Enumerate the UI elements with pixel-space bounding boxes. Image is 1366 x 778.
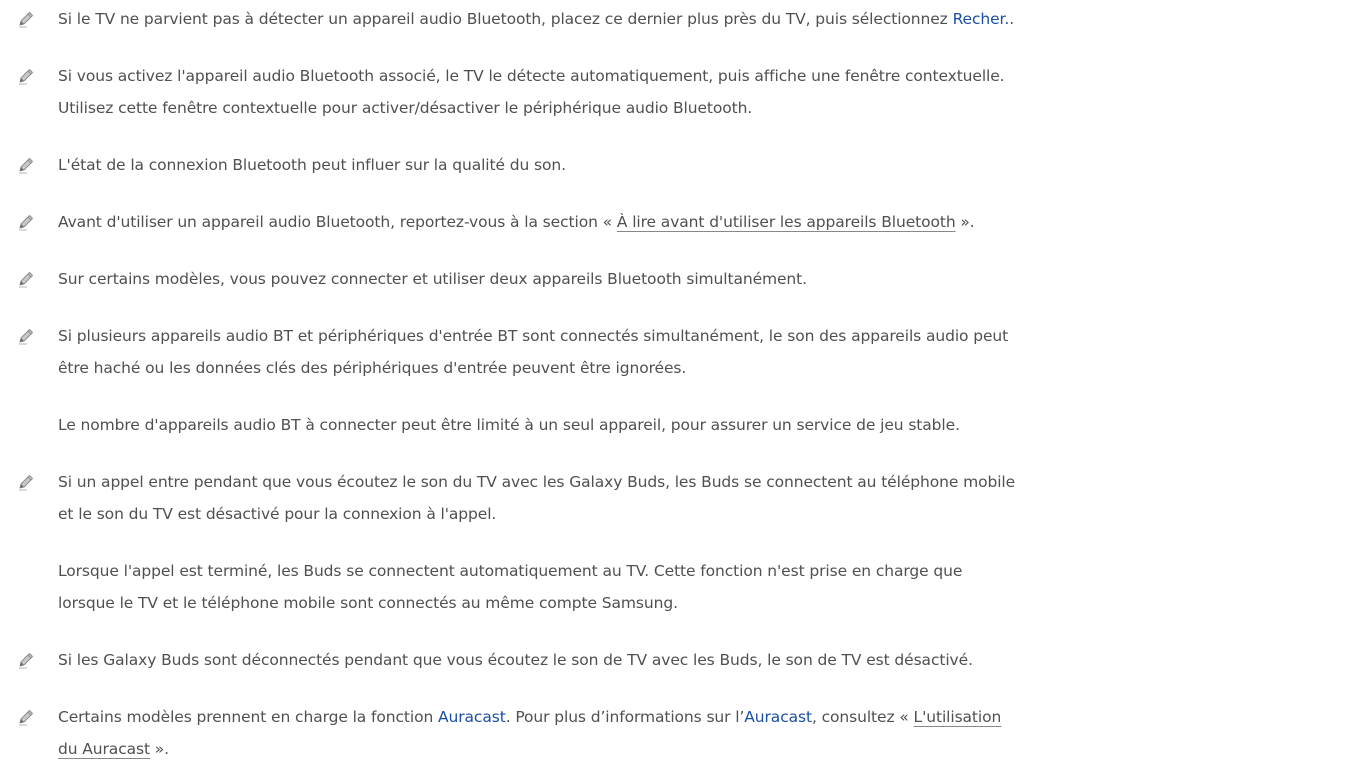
- text-segment: Si le TV ne parvient pas à détecter un a…: [58, 10, 953, 28]
- text-segment: lorsque le TV et le téléphone mobile son…: [58, 594, 678, 612]
- note-text: Si les Galaxy Buds sont déconnectés pend…: [58, 644, 1358, 676]
- text-segment: être haché ou les données clés des périp…: [58, 359, 687, 377]
- menu-keyword: Auracast: [744, 708, 812, 726]
- text-segment: Le nombre d'appareils audio BT à connect…: [58, 416, 960, 434]
- text-segment: Si un appel entre pendant que vous écout…: [58, 473, 1016, 491]
- text-segment: Sur certains modèles, vous pouvez connec…: [58, 270, 807, 288]
- pencil-note-icon: [16, 9, 36, 29]
- pencil-note-icon: [16, 650, 36, 670]
- pencil-note-icon: [16, 707, 36, 727]
- text-segment: L'état de la connexion Bluetooth peut in…: [58, 156, 566, 174]
- text-segment: Lorsque l'appel est terminé, les Buds se…: [58, 562, 963, 580]
- text-segment: , consultez «: [811, 708, 914, 726]
- pencil-note-icon: [16, 472, 36, 492]
- cross-reference-link[interactable]: À lire avant d'utiliser les appareils Bl…: [617, 213, 956, 231]
- text-segment: Certains modèles prennent en charge la f…: [58, 708, 439, 726]
- pencil-note-icon: [16, 212, 36, 232]
- pencil-note-icon: [16, 155, 36, 175]
- text-segment: Si plusieurs appareils audio BT et périp…: [58, 327, 1009, 345]
- menu-keyword: Auracast: [438, 708, 506, 726]
- note-text: Certains modèles prennent en charge la f…: [58, 701, 1358, 765]
- note-text: Si un appel entre pendant que vous écout…: [58, 466, 1358, 530]
- cross-reference-link[interactable]: du Auracast: [58, 740, 150, 758]
- note-text: Le nombre d'appareils audio BT à connect…: [58, 409, 1358, 441]
- text-segment: Utilisez cette fenêtre contextuelle pour…: [58, 99, 753, 117]
- pencil-note-icon: [16, 269, 36, 289]
- note-text: Lorsque l'appel est terminé, les Buds se…: [58, 555, 1358, 619]
- pencil-note-icon: [16, 326, 36, 346]
- note-text: Si vous activez l'appareil audio Bluetoo…: [58, 60, 1358, 124]
- text-segment: Si vous activez l'appareil audio Bluetoo…: [58, 67, 1005, 85]
- note-text: Avant d'utiliser un appareil audio Bluet…: [58, 206, 1358, 238]
- text-segment: .: [1009, 10, 1015, 28]
- menu-keyword: Recher.: [952, 10, 1010, 28]
- text-segment: Si les Galaxy Buds sont déconnectés pend…: [58, 651, 973, 669]
- note-text: L'état de la connexion Bluetooth peut in…: [58, 149, 1358, 181]
- text-segment: . Pour plus d’informations sur l’: [505, 708, 745, 726]
- note-text: Si plusieurs appareils audio BT et périp…: [58, 320, 1358, 384]
- text-segment: ».: [149, 740, 170, 758]
- cross-reference-link[interactable]: L'utilisation: [914, 708, 1002, 726]
- text-segment: et le son du TV est désactivé pour la co…: [58, 505, 497, 523]
- text-segment: ».: [955, 213, 975, 231]
- text-segment: Avant d'utiliser un appareil audio Bluet…: [58, 213, 617, 231]
- note-text: Si le TV ne parvient pas à détecter un a…: [58, 3, 1358, 35]
- pencil-note-icon: [16, 66, 36, 86]
- note-text: Sur certains modèles, vous pouvez connec…: [58, 263, 1358, 295]
